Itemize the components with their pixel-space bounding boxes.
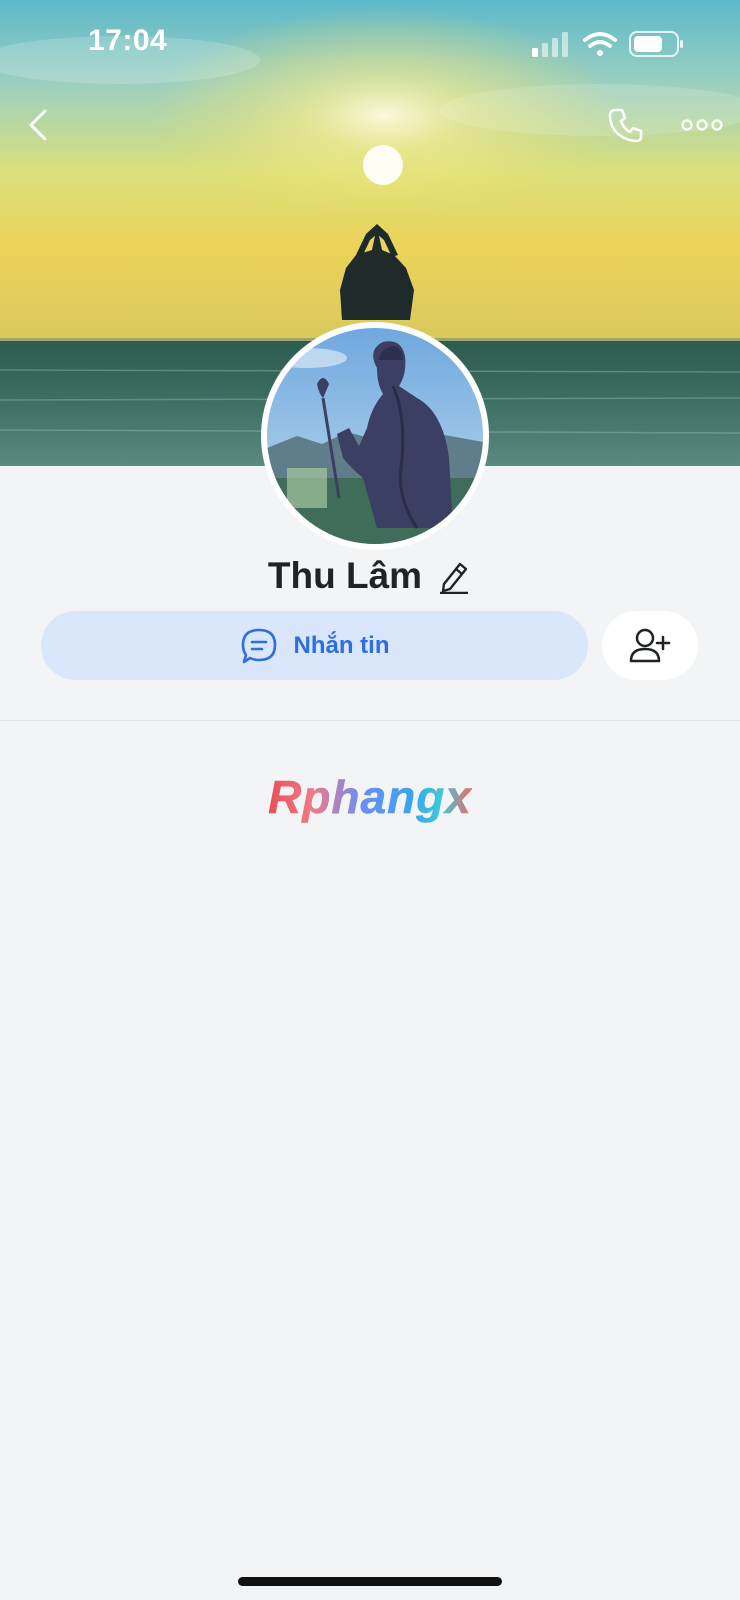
- profile-name-row: Thu Lâm: [0, 552, 740, 600]
- section-divider: [0, 720, 740, 721]
- add-user-icon: [629, 628, 671, 662]
- battery-icon: [629, 31, 683, 57]
- chevron-left-icon: [29, 109, 47, 141]
- avatar[interactable]: [267, 328, 483, 544]
- more-button[interactable]: [672, 95, 732, 155]
- watermark-logo: Rphangx: [0, 770, 740, 824]
- watermark-text: Rphangx: [268, 771, 472, 824]
- profile-name: Thu Lâm: [267, 555, 423, 596]
- home-indicator[interactable]: [238, 1577, 502, 1586]
- back-button[interactable]: [8, 95, 68, 155]
- pencil-icon: [440, 562, 469, 594]
- wifi-icon: [583, 32, 617, 56]
- edit-name-button[interactable]: [438, 559, 472, 594]
- message-button[interactable]: Nhắn tin: [41, 611, 588, 680]
- status-bar: 17:04: [0, 0, 740, 90]
- chat-bubble-icon: [241, 628, 276, 663]
- call-button[interactable]: [596, 95, 656, 155]
- phone-icon: [608, 108, 643, 143]
- status-time: 17:04: [88, 24, 168, 57]
- add-friend-button[interactable]: [602, 611, 698, 680]
- more-dots-icon: [681, 119, 723, 131]
- signal-icon: [532, 32, 568, 57]
- message-button-label: Nhắn tin: [293, 631, 390, 659]
- status-icons: [530, 28, 690, 62]
- avatar-frame[interactable]: [261, 322, 489, 550]
- top-nav: [0, 95, 740, 155]
